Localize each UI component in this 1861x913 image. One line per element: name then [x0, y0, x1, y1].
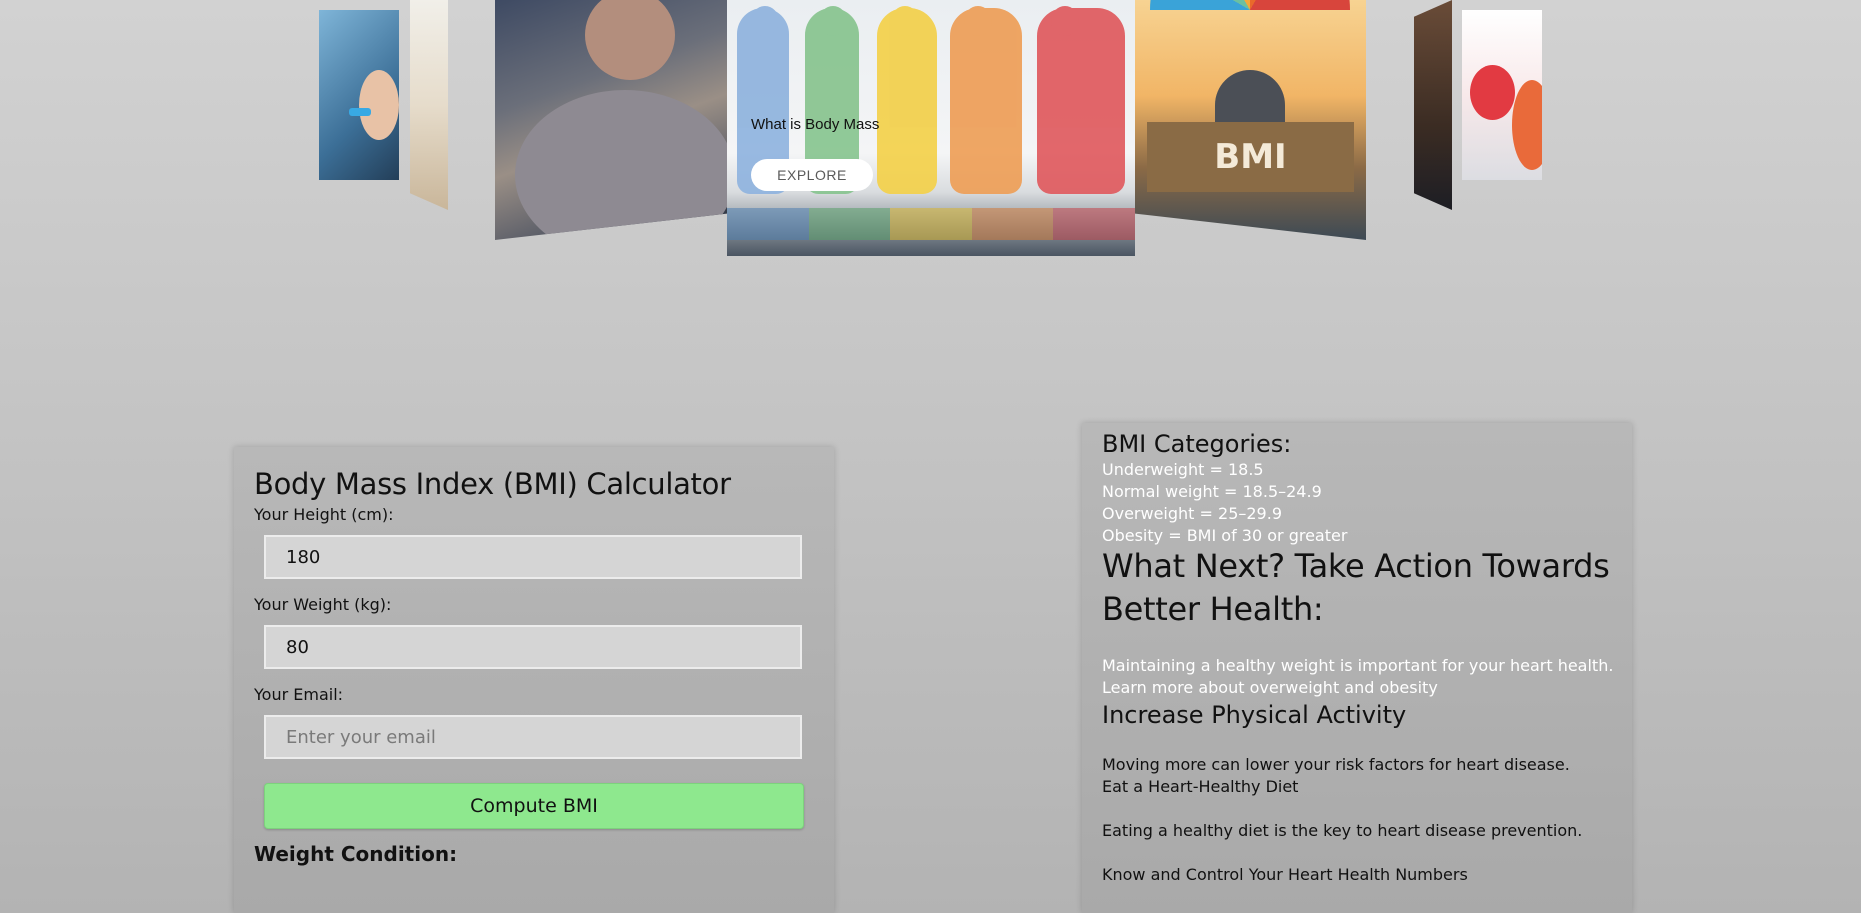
- slide-caption: What is Body Mass: [751, 116, 880, 133]
- carousel-slide-bmi-gauge[interactable]: BMI: [1135, 0, 1366, 240]
- body-shape: [515, 90, 727, 240]
- height-label: Your Height (cm):: [254, 505, 394, 524]
- bmi-range-segment: [890, 208, 972, 240]
- weight-input[interactable]: [264, 625, 802, 669]
- bmi-calculator-card: Body Mass Index (BMI) Calculator Your He…: [234, 447, 834, 913]
- activity-paragraph: Moving more can lower your risk factors …: [1102, 755, 1570, 774]
- carousel-slide-person[interactable]: [495, 0, 727, 240]
- bmi-range-band: [727, 208, 1135, 240]
- body-figure-icon: [1037, 6, 1125, 194]
- weight-section: Maintaining a healthy weight is importan…: [1102, 655, 1613, 699]
- overweight-link[interactable]: Learn more about overweight and obesity: [1102, 677, 1613, 699]
- category-item: Underweight = 18.5: [1102, 460, 1264, 479]
- syringe-icon: [349, 108, 371, 116]
- explore-button[interactable]: EXPLORE: [751, 159, 873, 191]
- carousel-slide-active[interactable]: What is Body Mass EXPLORE: [727, 0, 1135, 256]
- bmi-range-segment: [808, 208, 891, 240]
- bmi-gauge-title: BMI: [1147, 122, 1354, 192]
- weight-paragraph: Maintaining a healthy weight is importan…: [1102, 656, 1614, 675]
- diet-title: Eat a Heart-Healthy Diet: [1102, 777, 1299, 796]
- categories-list: Underweight = 18.5 Normal weight = 18.5–…: [1102, 459, 1347, 547]
- category-item: Obesity = BMI of 30 or greater: [1102, 526, 1348, 545]
- carousel-slide-statue[interactable]: [1414, 0, 1452, 210]
- image-carousel[interactable]: What is Body Mass EXPLORE BMI: [0, 0, 1861, 260]
- compute-bmi-button[interactable]: Compute BMI: [264, 783, 804, 829]
- category-item: Overweight = 25–29.9: [1102, 504, 1282, 523]
- bmi-range-segment: [971, 208, 1054, 240]
- carousel-slide-injection[interactable]: [319, 10, 399, 180]
- diet-paragraph: Eating a healthy diet is the key to hear…: [1102, 821, 1583, 840]
- email-label: Your Email:: [254, 685, 344, 704]
- bmi-info-card: BMI Categories: Underweight = 18.5 Norma…: [1082, 423, 1632, 913]
- carousel-slide-poster[interactable]: [410, 0, 448, 210]
- bmi-range-segment: [1053, 208, 1135, 240]
- chart-shape: [1512, 80, 1542, 170]
- carousel-slide-cartoon[interactable]: [1462, 10, 1542, 180]
- categories-title: BMI Categories:: [1102, 430, 1292, 458]
- body-figure-icon: [877, 6, 937, 194]
- numbers-title: Know and Control Your Heart Health Numbe…: [1102, 865, 1468, 884]
- category-item: Normal weight = 18.5–24.9: [1102, 482, 1322, 501]
- next-steps-title: What Next? Take Action Towards Better He…: [1102, 547, 1610, 628]
- weight-label: Your Weight (kg):: [254, 595, 392, 614]
- activity-title: Increase Physical Activity: [1102, 701, 1407, 729]
- cartoon-figure-icon: [1470, 65, 1515, 120]
- hand-shape: [359, 70, 399, 140]
- calculator-title: Body Mass Index (BMI) Calculator: [254, 467, 731, 501]
- email-input[interactable]: [264, 715, 802, 759]
- bmi-range-segment: [727, 208, 809, 240]
- height-input[interactable]: [264, 535, 802, 579]
- body-figure-icon: [950, 6, 1022, 194]
- weight-condition-label: Weight Condition:: [254, 842, 458, 866]
- face-shape: [585, 0, 675, 80]
